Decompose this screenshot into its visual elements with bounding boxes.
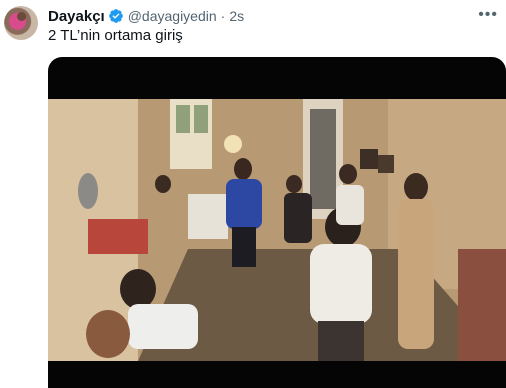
verified-badge-icon bbox=[108, 9, 123, 23]
video-frame bbox=[48, 99, 506, 361]
video-scene-illustration bbox=[48, 99, 506, 361]
author-name[interactable]: Dayakçı bbox=[48, 8, 105, 25]
more-options-button[interactable]: ••• bbox=[478, 7, 498, 23]
header-separator: · bbox=[220, 8, 226, 24]
tweet-media-video[interactable] bbox=[48, 57, 506, 388]
tweet-header: Dayakçı @dayagiyedin · 2s bbox=[48, 7, 244, 25]
more-horizontal-icon: ••• bbox=[478, 6, 498, 23]
tweet-timestamp[interactable]: 2s bbox=[229, 8, 244, 24]
author-handle[interactable]: @dayagiyedin bbox=[128, 8, 217, 24]
author-avatar[interactable] bbox=[4, 6, 38, 40]
tweet-text: 2 TL’nin ortama giriş bbox=[48, 27, 183, 44]
